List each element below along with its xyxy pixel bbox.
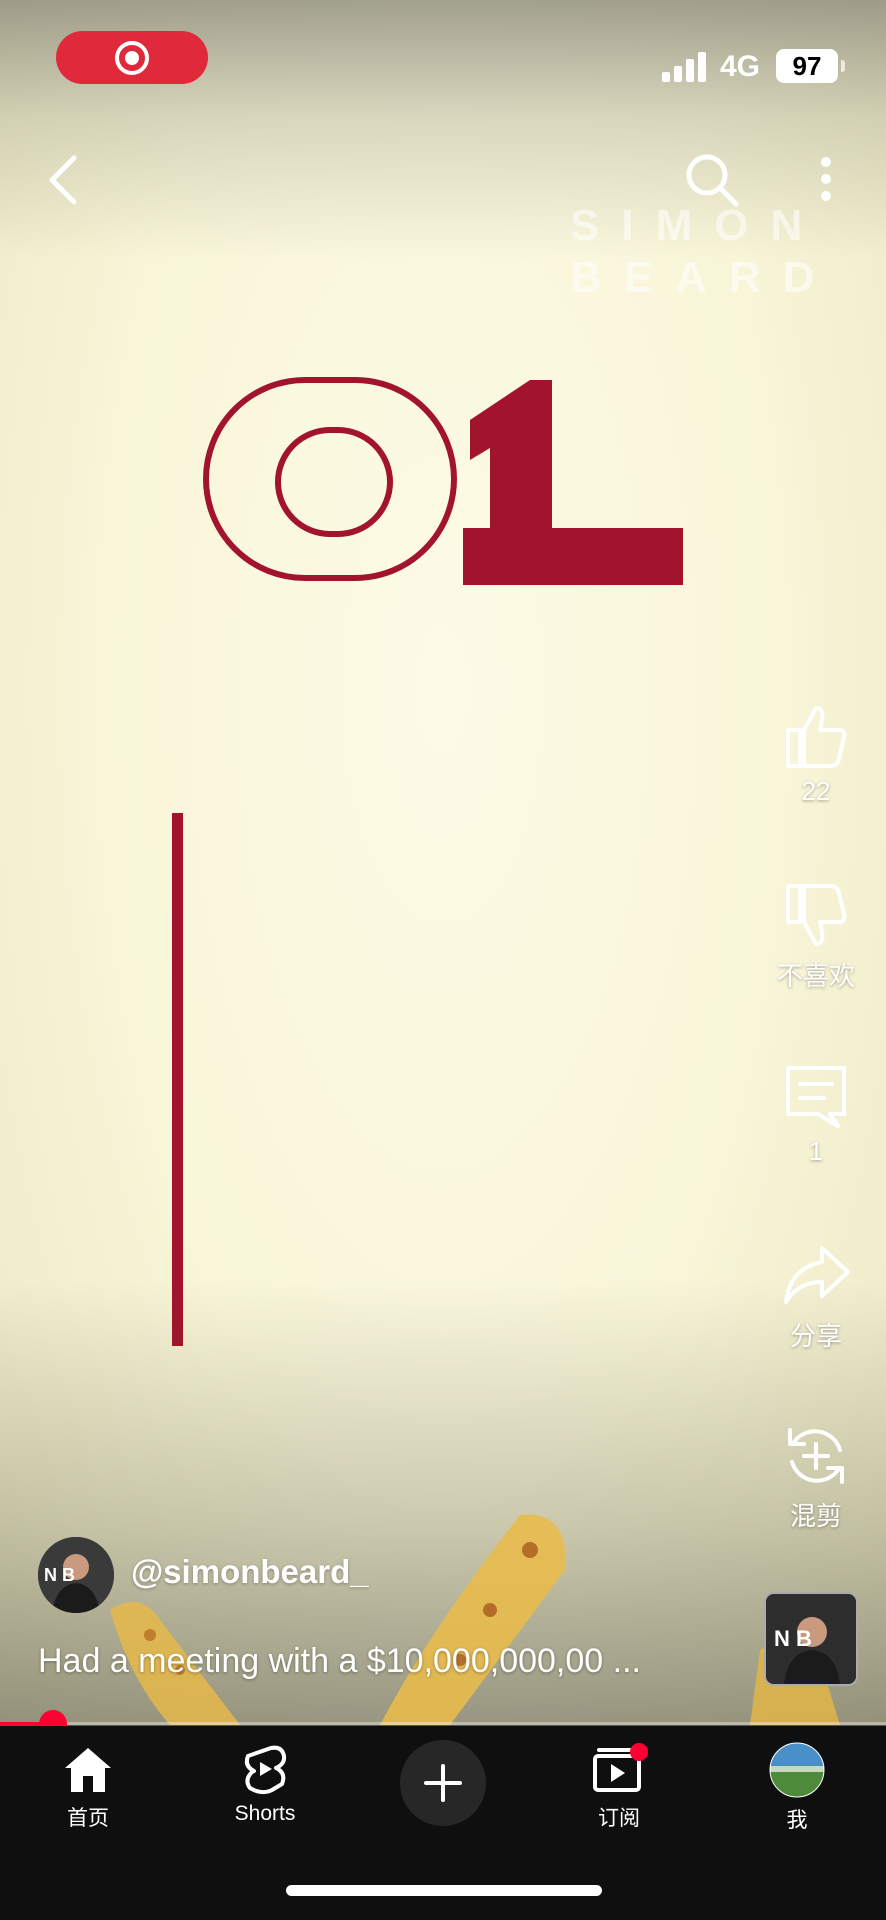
svg-text:N B: N B xyxy=(774,1626,812,1651)
nav-shorts-label: Shorts xyxy=(234,1802,296,1825)
screen-recording-indicator[interactable] xyxy=(56,31,208,84)
like-count: 22 xyxy=(801,776,831,806)
cellular-signal-icon xyxy=(662,52,710,82)
video-caption[interactable]: Had a meeting with a $10,000,000,00 ... xyxy=(38,1642,641,1681)
back-icon[interactable] xyxy=(40,150,90,210)
video-red-line xyxy=(172,813,183,1346)
audio-source-thumbnail[interactable]: N B xyxy=(764,1592,858,1686)
video-big-number: 01 xyxy=(200,360,683,585)
subscriptions-icon xyxy=(593,1743,648,1792)
share-icon xyxy=(784,1246,850,1304)
search-icon[interactable] xyxy=(682,150,742,210)
shorts-icon xyxy=(244,1745,287,1795)
nav-home-label: 首页 xyxy=(67,1807,109,1830)
more-options-icon[interactable] xyxy=(802,152,850,212)
video-watermark: SIMON BEARD xyxy=(570,201,837,302)
nav-me-label: 我 xyxy=(786,1809,808,1832)
network-type: 4G xyxy=(720,50,761,83)
plus-icon xyxy=(424,1764,462,1802)
thumbs-down-icon xyxy=(786,884,847,946)
home-indicator xyxy=(286,1885,602,1896)
dislike-label: 不喜欢 xyxy=(776,961,855,991)
comment-icon xyxy=(786,1066,846,1128)
nav-subscriptions[interactable]: 订阅 xyxy=(564,1742,674,1832)
nav-subscriptions-label: 订阅 xyxy=(598,1807,640,1830)
home-icon xyxy=(65,1748,111,1792)
record-icon xyxy=(115,41,149,75)
status-bar: 4G 97 xyxy=(0,28,886,88)
nav-shorts[interactable]: Shorts xyxy=(210,1742,320,1826)
remix-label: 混剪 xyxy=(789,1501,842,1531)
profile-avatar xyxy=(769,1742,825,1798)
channel-avatar[interactable]: N B xyxy=(38,1537,114,1613)
nav-home[interactable]: 首页 xyxy=(33,1742,143,1832)
dislike-button[interactable]: 不喜欢 xyxy=(746,880,886,993)
remix-button[interactable]: 混剪 xyxy=(746,1420,886,1533)
comment-button[interactable]: 1 xyxy=(746,1060,886,1167)
svg-text:01: 01 xyxy=(200,360,202,361)
battery-indicator: 97 xyxy=(776,49,845,83)
channel-handle[interactable]: @simonbeard_ xyxy=(131,1553,369,1591)
share-label: 分享 xyxy=(789,1321,842,1351)
thumbs-up-icon xyxy=(786,706,847,768)
comment-count: 1 xyxy=(808,1136,824,1166)
nav-me[interactable]: 我 xyxy=(742,1742,852,1834)
svg-text:N B: N B xyxy=(44,1565,75,1585)
fries-image xyxy=(380,1514,566,1725)
create-button[interactable] xyxy=(400,1740,486,1826)
like-button[interactable]: 22 xyxy=(746,700,886,807)
remix-icon xyxy=(788,1428,844,1484)
share-button[interactable]: 分享 xyxy=(746,1240,886,1353)
